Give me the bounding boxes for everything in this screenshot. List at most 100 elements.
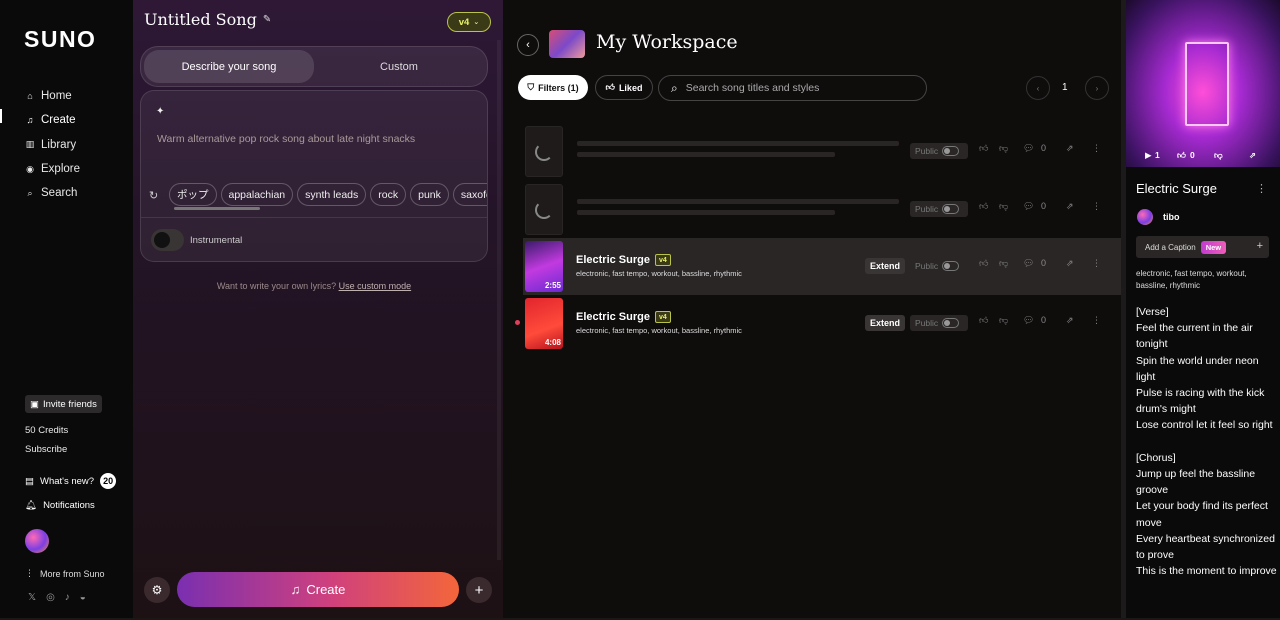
thumbs-down-icon[interactable]: 👎︎: [999, 201, 1008, 212]
nav-item-home[interactable]: ⌂ Home: [25, 84, 80, 108]
chips-scroll-thumb[interactable]: [174, 207, 260, 210]
comment-icon[interactable]: 💬︎: [1023, 315, 1034, 326]
extend-button[interactable]: Extend: [865, 315, 905, 331]
next-page-button[interactable]: ›: [1085, 76, 1109, 100]
thumbs-down-icon[interactable]: 👎︎: [1214, 150, 1223, 161]
thumbs-up-icon[interactable]: 👍︎: [979, 201, 988, 212]
song-description-input[interactable]: Warm alternative pop rock song about lat…: [157, 133, 415, 145]
thumbs-up-icon[interactable]: 👍︎: [979, 315, 988, 326]
public-toggle[interactable]: Public: [910, 143, 968, 159]
nav-item-create[interactable]: ♫ Create: [25, 108, 80, 132]
use-custom-mode-link[interactable]: Use custom mode: [339, 281, 412, 291]
thumbs-down-icon[interactable]: 👎︎: [999, 315, 1008, 326]
share-icon[interactable]: ⇗: [1066, 315, 1074, 326]
play-icon[interactable]: ▶: [1145, 150, 1152, 161]
play-count: 1: [1155, 150, 1160, 160]
tiktok-icon[interactable]: ♪: [65, 592, 70, 603]
prev-page-button[interactable]: ‹: [1026, 76, 1050, 100]
song-title[interactable]: Electric Surge v4: [576, 254, 671, 266]
comment-icon[interactable]: 💬︎: [1023, 201, 1034, 212]
compass-icon: ◉: [26, 163, 34, 174]
style-chip[interactable]: punk: [410, 183, 449, 206]
refresh-icon[interactable]: ↻: [149, 189, 158, 202]
creator-avatar[interactable]: [1137, 209, 1153, 225]
discord-icon[interactable]: ◒: [80, 592, 86, 603]
song-cover-large[interactable]: ▶ 1 👍︎ 0 👎︎ ⇗: [1126, 0, 1280, 167]
comment-count: 0: [1041, 258, 1047, 268]
nav-item-library[interactable]: ▥ Library: [25, 133, 80, 157]
more-options-icon[interactable]: ⋮: [1092, 201, 1101, 212]
tab-custom[interactable]: Custom: [314, 50, 484, 83]
thumbs-up-icon[interactable]: 👍︎: [979, 143, 988, 154]
instrumental-toggle[interactable]: [151, 229, 184, 251]
song-cover[interactable]: 4:08: [525, 298, 563, 349]
user-avatar[interactable]: [25, 529, 49, 553]
new-badge: New: [1200, 240, 1227, 254]
add-caption-button[interactable]: Add a Caption New +: [1136, 236, 1269, 258]
thumbs-down-icon[interactable]: 👎︎: [999, 258, 1008, 269]
song-cover[interactable]: 2:55: [525, 241, 563, 292]
creator-name[interactable]: tibo: [1163, 212, 1180, 222]
extend-button[interactable]: Extend: [865, 258, 905, 274]
thumbs-up-icon[interactable]: 👍︎: [979, 258, 988, 269]
chips-scrollbar[interactable]: [172, 207, 486, 210]
style-chip[interactable]: saxofon: [452, 183, 487, 206]
divider: [141, 217, 487, 218]
subscribe-link[interactable]: Subscribe: [25, 444, 67, 455]
suno-logo[interactable]: SUNO: [24, 26, 96, 53]
public-toggle[interactable]: Public: [910, 315, 968, 331]
more-options-icon[interactable]: ⋮: [1092, 258, 1101, 269]
spinner-icon: [535, 200, 553, 219]
nav-item-explore[interactable]: ◉ Explore: [25, 157, 80, 181]
more-from-suno-menu[interactable]: ⋮ More from Suno: [25, 568, 105, 579]
whats-new-button[interactable]: ▤ What's new? 20: [25, 473, 117, 489]
song-row[interactable]: Public 👍︎ 👎︎ 💬︎ 0 ⇗ ⋮: [523, 181, 1124, 238]
chevron-down-icon: ⌄: [473, 19, 480, 26]
instagram-icon[interactable]: ◎: [46, 592, 55, 603]
song-title[interactable]: Untitled Song ✎: [144, 10, 271, 29]
comment-icon[interactable]: 💬︎: [1023, 143, 1034, 154]
filters-button[interactable]: ⛉ Filters (1): [518, 75, 588, 100]
more-options-icon[interactable]: ⋮: [1256, 182, 1267, 195]
add-button[interactable]: +: [466, 577, 492, 603]
more-options-icon[interactable]: ⋮: [1092, 143, 1101, 154]
x-icon[interactable]: 𝕏: [28, 592, 36, 603]
settings-button[interactable]: ⚙: [144, 577, 170, 603]
song-row[interactable]: 4:08 Electric Surge v4 electronic, fast …: [515, 295, 1124, 352]
song-row[interactable]: Public 👍︎ 👎︎ 💬︎ 0 ⇗ ⋮: [523, 123, 1124, 180]
notifications-button[interactable]: 🔔︎ Notifications: [25, 500, 95, 511]
model-version-select[interactable]: v4 ⌄: [447, 12, 491, 32]
style-chip[interactable]: synth leads: [297, 183, 367, 206]
share-icon[interactable]: ⇗: [1066, 143, 1074, 154]
music-note-icon: ♫: [26, 115, 34, 126]
more-options-icon[interactable]: ⋮: [1092, 315, 1101, 326]
credits-count: 50 Credits: [25, 425, 69, 436]
create-mode-tabs: Describe your song Custom: [140, 46, 488, 87]
share-icon[interactable]: ⇗: [1066, 201, 1074, 212]
song-search-input[interactable]: [685, 82, 906, 94]
panel-scrollbar[interactable]: [497, 40, 501, 560]
public-toggle[interactable]: Public: [910, 201, 968, 217]
share-icon[interactable]: ⇗: [1249, 150, 1256, 161]
liked-filter-button[interactable]: 👍︎ Liked: [595, 75, 653, 100]
invite-friends-button[interactable]: ▣ Invite friends: [25, 395, 102, 413]
comment-icon[interactable]: 💬︎: [1023, 258, 1034, 269]
share-icon[interactable]: ⇗: [1066, 258, 1074, 269]
create-button[interactable]: ♫ Create: [177, 572, 459, 607]
thumbs-up-icon[interactable]: 👍︎: [1177, 150, 1186, 161]
style-chip[interactable]: rock: [370, 183, 407, 206]
loading-thumbnail: [525, 184, 563, 235]
song-row[interactable]: 2:55 Electric Surge v4 electronic, fast …: [523, 238, 1124, 295]
style-chip[interactable]: appalachian: [220, 183, 294, 206]
song-duration: 4:08: [544, 338, 561, 347]
public-toggle[interactable]: Public: [910, 258, 968, 274]
back-button[interactable]: ‹: [517, 34, 539, 56]
nav-item-search[interactable]: ⌕ Search: [25, 181, 80, 205]
cover-controls: ▶ 1 👍︎ 0 👎︎ ⇗: [1126, 146, 1280, 164]
tab-describe-your-song[interactable]: Describe your song: [144, 50, 314, 83]
like-count: 0: [1190, 150, 1195, 160]
song-title[interactable]: Electric Surge v4: [576, 311, 671, 323]
thumbs-down-icon[interactable]: 👎︎: [999, 143, 1008, 154]
style-chip[interactable]: ポップ: [169, 183, 217, 206]
toggle-switch: [942, 261, 960, 271]
